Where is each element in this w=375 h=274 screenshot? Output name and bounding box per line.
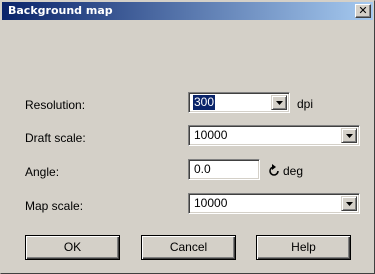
draft-scale-value[interactable]: 10000 — [193, 128, 228, 143]
map-scale-label: Map scale: — [25, 199, 84, 213]
chevron-down-icon — [346, 134, 353, 138]
resolution-label: Resolution: — [25, 98, 86, 112]
close-icon: ✕ — [358, 4, 368, 17]
angle-input[interactable]: 0.0 — [188, 159, 260, 180]
map-scale-value[interactable]: 10000 — [193, 196, 228, 211]
map-scale-dropdown-button[interactable] — [341, 196, 357, 211]
resolution-dropdown-button[interactable] — [271, 95, 287, 110]
background-map-dialog: Background map ✕ Resolution: 300 dpi Dra… — [0, 0, 375, 274]
resolution-combobox[interactable]: 300 — [188, 92, 290, 113]
chevron-down-icon — [346, 202, 353, 206]
help-button[interactable]: Help — [256, 235, 351, 260]
angle-unit: deg — [283, 164, 304, 178]
draft-scale-combobox[interactable]: 10000 — [188, 125, 360, 146]
angle-value[interactable]: 0.0 — [193, 162, 212, 177]
rotate-icon[interactable] — [267, 164, 281, 178]
resolution-unit: dpi — [297, 97, 314, 111]
window-title: Background map — [8, 4, 113, 17]
close-button[interactable]: ✕ — [355, 4, 371, 18]
cancel-button[interactable]: Cancel — [141, 235, 236, 260]
resolution-value[interactable]: 300 — [193, 95, 216, 110]
title-bar[interactable]: Background map ✕ — [2, 2, 373, 20]
angle-label: Angle: — [25, 165, 60, 179]
draft-scale-label: Draft scale: — [25, 131, 86, 145]
chevron-down-icon — [276, 101, 283, 105]
draft-scale-dropdown-button[interactable] — [341, 128, 357, 143]
map-scale-combobox[interactable]: 10000 — [188, 193, 360, 214]
ok-button[interactable]: OK — [25, 235, 120, 260]
